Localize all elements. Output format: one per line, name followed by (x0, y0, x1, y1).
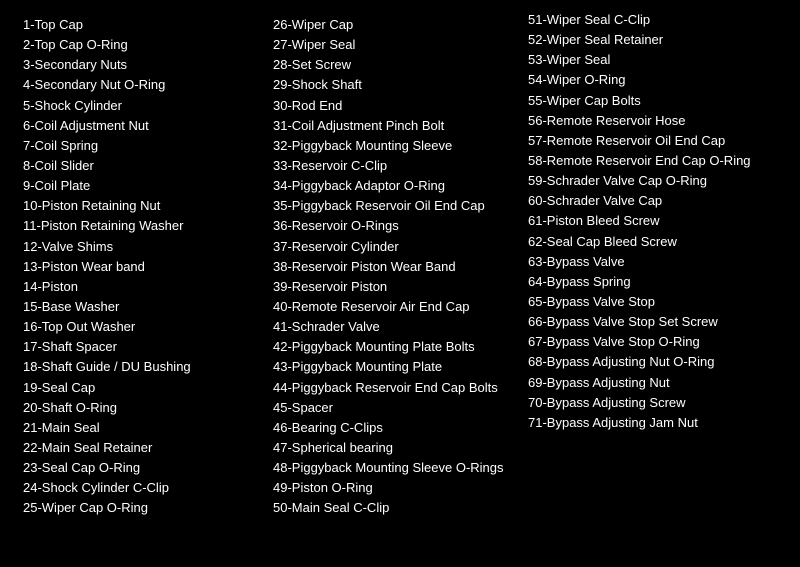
list-item: 65-Bypass Valve Stop (528, 292, 792, 312)
list-item: 37-Reservoir Cylinder (273, 237, 512, 257)
list-item: 20-Shaft O-Ring (23, 398, 257, 418)
list-item: 27-Wiper Seal (273, 35, 512, 55)
list-item: 14-Piston (23, 277, 257, 297)
list-item: 25-Wiper Cap O-Ring (23, 498, 257, 518)
list-item: 23-Seal Cap O-Ring (23, 458, 257, 478)
list-item: 5-Shock Cylinder (23, 96, 257, 116)
list-item: 42-Piggyback Mounting Plate Bolts (273, 337, 512, 357)
list-item: 50-Main Seal C-Clip (273, 498, 512, 518)
list-item: 12-Valve Shims (23, 237, 257, 257)
column-3: 51-Wiper Seal C-Clip52-Wiper Seal Retain… (520, 10, 800, 524)
list-item: 13-Piston Wear band (23, 257, 257, 277)
list-item: 41-Schrader Valve (273, 317, 512, 337)
list-item: 2-Top Cap O-Ring (23, 35, 257, 55)
list-item: 39-Reservoir Piston (273, 277, 512, 297)
list-item: 16-Top Out Washer (23, 317, 257, 337)
list-item: 35-Piggyback Reservoir Oil End Cap (273, 196, 512, 216)
list-item: 55-Wiper Cap Bolts (528, 91, 792, 111)
list-item: 45-Spacer (273, 398, 512, 418)
list-item: 57-Remote Reservoir Oil End Cap (528, 131, 792, 151)
list-item: 60-Schrader Valve Cap (528, 191, 792, 211)
list-item: 3-Secondary Nuts (23, 55, 257, 75)
list-item: 21-Main Seal (23, 418, 257, 438)
list-item: 56-Remote Reservoir Hose (528, 111, 792, 131)
list-item: 43-Piggyback Mounting Plate (273, 357, 512, 377)
list-item: 48-Piggyback Mounting Sleeve O-Rings (273, 458, 512, 478)
list-item: 10-Piston Retaining Nut (23, 196, 257, 216)
list-item: 58-Remote Reservoir End Cap O-Ring (528, 151, 792, 171)
list-item: 17-Shaft Spacer (23, 337, 257, 357)
list-item: 33-Reservoir C-Clip (273, 156, 512, 176)
list-item: 53-Wiper Seal (528, 50, 792, 70)
list-item: 22-Main Seal Retainer (23, 438, 257, 458)
list-item: 62-Seal Cap Bleed Screw (528, 232, 792, 252)
list-item: 26-Wiper Cap (273, 15, 512, 35)
list-item: 28-Set Screw (273, 55, 512, 75)
list-item: 38-Reservoir Piston Wear Band (273, 257, 512, 277)
list-item: 59-Schrader Valve Cap O-Ring (528, 171, 792, 191)
list-item: 29-Shock Shaft (273, 75, 512, 95)
list-item: 1-Top Cap (23, 15, 257, 35)
list-item: 64-Bypass Spring (528, 272, 792, 292)
list-item: 44-Piggyback Reservoir End Cap Bolts (273, 378, 512, 398)
list-item: 49-Piston O-Ring (273, 478, 512, 498)
list-item: 40-Remote Reservoir Air End Cap (273, 297, 512, 317)
list-item: 46-Bearing C-Clips (273, 418, 512, 438)
list-item: 47-Spherical bearing (273, 438, 512, 458)
list-item: 18-Shaft Guide / DU Bushing (23, 357, 257, 377)
list-item: 9-Coil Plate (23, 176, 257, 196)
list-item: 52-Wiper Seal Retainer (528, 30, 792, 50)
list-item: 63-Bypass Valve (528, 252, 792, 272)
list-item: 7-Coil Spring (23, 136, 257, 156)
list-item: 67-Bypass Valve Stop O-Ring (528, 332, 792, 352)
list-item: 70-Bypass Adjusting Screw (528, 393, 792, 413)
list-item: 71-Bypass Adjusting Jam Nut (528, 413, 792, 433)
list-item: 15-Base Washer (23, 297, 257, 317)
list-item: 31-Coil Adjustment Pinch Bolt (273, 116, 512, 136)
list-item: 54-Wiper O-Ring (528, 70, 792, 90)
list-item: 69-Bypass Adjusting Nut (528, 373, 792, 393)
list-item: 8-Coil Slider (23, 156, 257, 176)
list-item: 19-Seal Cap (23, 378, 257, 398)
list-item: 32-Piggyback Mounting Sleeve (273, 136, 512, 156)
list-item: 36-Reservoir O-Rings (273, 216, 512, 236)
parts-list: 1-Top Cap2-Top Cap O-Ring3-Secondary Nut… (15, 10, 785, 524)
list-item: 66-Bypass Valve Stop Set Screw (528, 312, 792, 332)
list-item: 30-Rod End (273, 96, 512, 116)
column-1: 1-Top Cap2-Top Cap O-Ring3-Secondary Nut… (15, 10, 265, 524)
list-item: 68-Bypass Adjusting Nut O-Ring (528, 352, 792, 372)
list-item: 24-Shock Cylinder C-Clip (23, 478, 257, 498)
list-item: 4-Secondary Nut O-Ring (23, 75, 257, 95)
column-2: 26-Wiper Cap27-Wiper Seal28-Set Screw29-… (265, 10, 520, 524)
list-item: 6-Coil Adjustment Nut (23, 116, 257, 136)
list-item: 61-Piston Bleed Screw (528, 211, 792, 231)
list-item: 11-Piston Retaining Washer (23, 216, 257, 236)
list-item: 51-Wiper Seal C-Clip (528, 10, 792, 30)
list-item: 34-Piggyback Adaptor O-Ring (273, 176, 512, 196)
